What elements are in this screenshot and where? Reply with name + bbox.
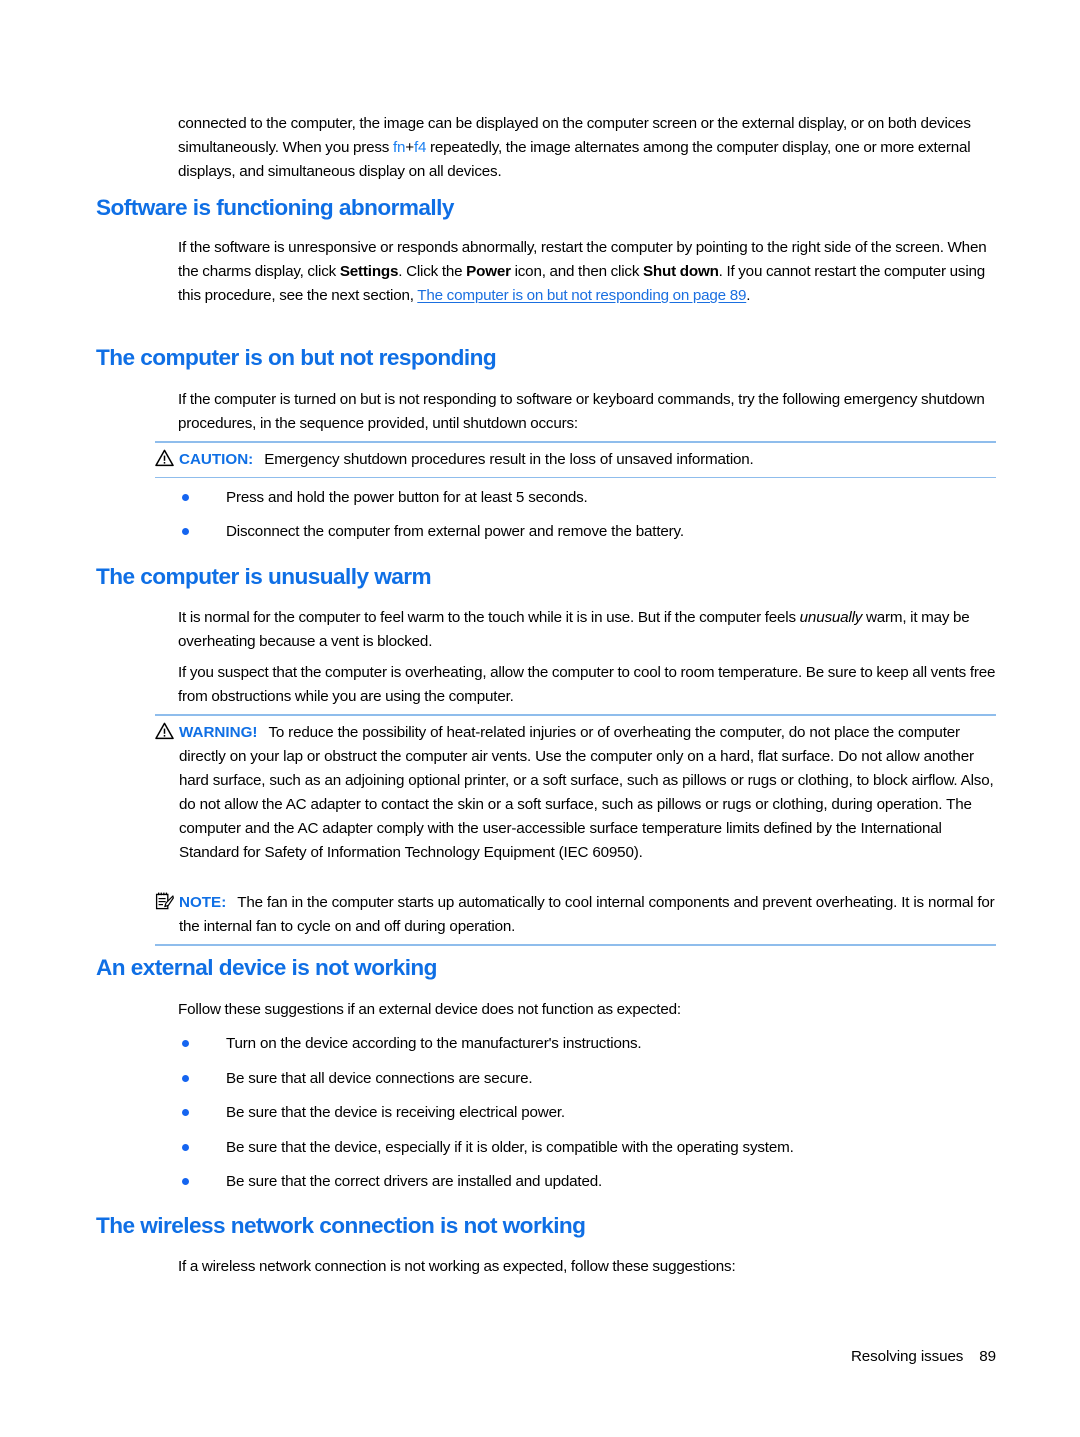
list-item-text: Press and hold the power button for at l… bbox=[226, 489, 588, 506]
list-item-text: Be sure that the device is receiving ele… bbox=[226, 1104, 565, 1121]
notepad-pencil-icon bbox=[155, 892, 174, 910]
bullet-dot-icon bbox=[182, 1178, 189, 1185]
warning-triangle-icon bbox=[155, 722, 174, 740]
heading-text: The computer is unusually warm bbox=[96, 564, 432, 589]
on-not-responding-paragraph-block: If the computer is turned on but is not … bbox=[178, 388, 996, 436]
list-item: Be sure that all device connections are … bbox=[178, 1067, 996, 1091]
caution-text-line: CAUTION: Emergency shutdown procedures re… bbox=[155, 448, 996, 472]
admonition-rule-bottom bbox=[155, 476, 996, 479]
wireless-network-paragraph-block: If a wireless network connection is not … bbox=[178, 1255, 996, 1279]
list-item-text: Disconnect the computer from external po… bbox=[226, 523, 684, 540]
text-part2: . Click the bbox=[398, 263, 467, 281]
section-heading-wireless-network: The wireless network connection is not w… bbox=[96, 1212, 996, 1239]
text-part3: icon, and then click bbox=[510, 263, 643, 281]
heading-text: Software is functioning abnormally bbox=[96, 195, 454, 220]
key-f4: f4 bbox=[413, 139, 427, 157]
on-not-responding-paragraph: If the computer is turned on but is not … bbox=[178, 391, 985, 433]
bullet-dot-icon bbox=[182, 1075, 189, 1082]
software-abnormal-paragraph-block: If the software is unresponsive or respo… bbox=[178, 236, 996, 308]
caution-text: Emergency shutdown procedures result in … bbox=[264, 450, 754, 468]
list-item: Turn on the device according to the manu… bbox=[178, 1032, 996, 1056]
section-heading-external-device: An external device is not working bbox=[96, 954, 996, 981]
heading-text: The wireless network connection is not w… bbox=[96, 1213, 586, 1238]
footer-chapter-name: Resolving issues bbox=[850, 1348, 964, 1365]
list-item: Be sure that the device is receiving ele… bbox=[178, 1101, 996, 1125]
text-part5: . bbox=[746, 287, 751, 305]
section-heading-on-not-responding: The computer is on but not responding bbox=[96, 344, 996, 371]
list-item: Be sure that the device, especially if i… bbox=[178, 1136, 996, 1160]
note-inner: NOTE: The fan in the computer starts up a… bbox=[155, 886, 996, 944]
external-device-paragraph: Follow these suggestions if an external … bbox=[178, 1001, 681, 1018]
bold-power: Power bbox=[466, 263, 511, 281]
list-item: Disconnect the computer from external po… bbox=[178, 520, 996, 544]
external-device-paragraph-block: Follow these suggestions if an external … bbox=[178, 998, 996, 1022]
section-heading-unusually-warm: The computer is unusually warm bbox=[96, 563, 996, 590]
note-admonition: NOTE: The fan in the computer starts up a… bbox=[155, 886, 996, 946]
wireless-network-paragraph: If a wireless network connection is not … bbox=[178, 1258, 736, 1275]
caution-inner: CAUTION: Emergency shutdown procedures re… bbox=[155, 443, 996, 477]
footer-page-number: 89 bbox=[979, 1348, 996, 1365]
warning-inner: WARNING! To reduce the possibility of hea… bbox=[155, 716, 996, 871]
note-text: The fan in the computer starts up automa… bbox=[179, 894, 995, 936]
list-item-text: Be sure that all device connections are … bbox=[226, 1070, 533, 1087]
bullet-dot-icon bbox=[182, 1040, 189, 1047]
list-item-text: Turn on the device according to the manu… bbox=[226, 1035, 642, 1052]
list-item-text: Be sure that the device, especially if i… bbox=[226, 1139, 794, 1156]
warning-text: To reduce the possibility of heat-relate… bbox=[179, 723, 994, 862]
bold-shut-down: Shut down bbox=[642, 263, 719, 281]
italic-unusually: unusually bbox=[799, 609, 863, 626]
page-footer: Resolving issues 89 bbox=[0, 1348, 996, 1365]
software-abnormal-paragraph: If the software is unresponsive or respo… bbox=[178, 236, 996, 308]
heading-text: An external device is not working bbox=[96, 955, 437, 980]
bullet-dot-icon bbox=[182, 1109, 189, 1116]
unusually-warm-paragraph-one-block: It is normal for the computer to feel wa… bbox=[178, 606, 996, 654]
unusually-warm-paragraph-one: It is normal for the computer to feel wa… bbox=[178, 606, 996, 654]
list-item: Press and hold the power button for at l… bbox=[178, 486, 996, 510]
unusually-warm-paragraph-two-block: If you suspect that the computer is over… bbox=[178, 661, 996, 709]
warning-label: WARNING! bbox=[179, 723, 258, 741]
bold-settings: Settings bbox=[339, 263, 399, 281]
list-item: Be sure that the correct drivers are ins… bbox=[178, 1170, 996, 1194]
caution-label: CAUTION: bbox=[179, 450, 254, 468]
warning-text-line: WARNING! To reduce the possibility of hea… bbox=[155, 721, 996, 866]
admonition-rule-bottom bbox=[155, 944, 996, 946]
note-text-line: NOTE: The fan in the computer starts up a… bbox=[155, 891, 996, 939]
bullet-dot-icon bbox=[182, 528, 189, 535]
key-plus: + bbox=[405, 139, 414, 157]
text-part1: It is normal for the computer to feel wa… bbox=[178, 609, 800, 626]
document-page: connected to the computer, the image can… bbox=[0, 0, 1080, 1437]
warning-triangle-icon bbox=[155, 449, 174, 467]
key-fn: fn bbox=[392, 139, 406, 157]
intro-paragraph-block: connected to the computer, the image can… bbox=[178, 112, 996, 184]
heading-text: The computer is on but not responding bbox=[96, 345, 497, 370]
bullet-dot-icon bbox=[182, 1144, 189, 1151]
note-label: NOTE: bbox=[179, 894, 227, 911]
bullet-dot-icon bbox=[182, 494, 189, 501]
cross-reference-link[interactable]: The computer is on but not responding on… bbox=[417, 287, 746, 304]
section-heading-software-abnormal: Software is functioning abnormally bbox=[96, 194, 996, 221]
warning-admonition: WARNING! To reduce the possibility of hea… bbox=[155, 714, 996, 870]
caution-admonition: CAUTION: Emergency shutdown procedures re… bbox=[155, 441, 996, 479]
list-item-text: Be sure that the correct drivers are ins… bbox=[226, 1173, 603, 1190]
unusually-warm-paragraph-two: If you suspect that the computer is over… bbox=[178, 664, 996, 706]
intro-paragraph: connected to the computer, the image can… bbox=[178, 112, 996, 184]
